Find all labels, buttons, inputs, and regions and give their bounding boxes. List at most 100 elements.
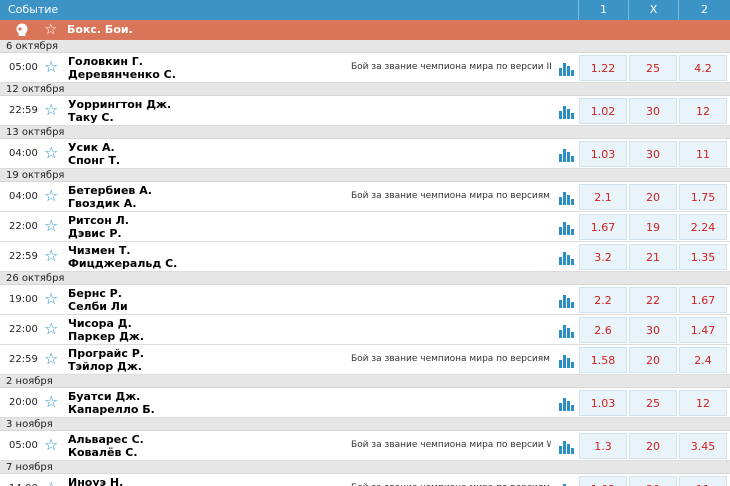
event-row[interactable]: 22:59 ☆ Програйс Р. Тэйлор Дж. Бой за звание… — [0, 345, 730, 375]
odds-1-button[interactable]: 1.67 — [579, 214, 627, 240]
event-row[interactable]: 04:00 ☆ Бетербиев А. Гвоздик А. Бой за звани… — [0, 182, 730, 212]
event-participants[interactable]: Чисора Д. Паркер Дж. — [68, 317, 144, 343]
odds-1-button[interactable]: 2.2 — [579, 287, 627, 313]
event-row[interactable]: 22:59 ☆ Уоррингтон Дж. Таку С. 1.02 30 12 — [0, 96, 730, 126]
odds-x-button[interactable]: 20 — [629, 433, 677, 459]
bar-chart-icon[interactable] — [558, 190, 574, 205]
event-column-header: Событие — [8, 3, 59, 16]
bar-chart-icon[interactable] — [558, 250, 574, 265]
odds-x-button[interactable]: 20 — [629, 347, 677, 373]
odds-1-button[interactable]: 3.2 — [579, 244, 627, 270]
star-icon[interactable]: ☆ — [44, 58, 58, 76]
odds-1-button[interactable]: 1.02 — [579, 476, 627, 486]
bar-chart-icon[interactable] — [558, 147, 574, 162]
bar-chart-icon[interactable] — [558, 353, 574, 368]
odds-x-button[interactable]: 20 — [629, 184, 677, 210]
bar-chart-icon[interactable] — [558, 104, 574, 119]
sport-section-header[interactable]: ☆ Бокс. Бои. — [0, 20, 730, 40]
odds-x-button[interactable]: 30 — [629, 141, 677, 167]
star-icon[interactable]: ☆ — [44, 320, 58, 338]
date-header: 26 октября — [0, 272, 730, 285]
odds-1-button[interactable]: 1.3 — [579, 433, 627, 459]
participant-1: Усик А. — [68, 141, 115, 154]
bar-chart-icon[interactable] — [558, 396, 574, 411]
star-icon[interactable]: ☆ — [44, 350, 58, 368]
odds-x-button[interactable]: 30 — [629, 317, 677, 343]
event-row[interactable]: 14:00☆Иноуэ Н.Донэр Н.Бой за звание чемп… — [0, 474, 730, 486]
odds-1-button[interactable]: 1.03 — [579, 390, 627, 416]
event-participants[interactable]: Уоррингтон Дж. Таку С. — [68, 98, 171, 124]
star-icon[interactable]: ☆ — [44, 436, 58, 454]
event-row[interactable]: 22:00 ☆ Чисора Д. Паркер Дж. 2.6 30 1.47 — [0, 315, 730, 345]
odds-1-button[interactable]: 1.02 — [579, 98, 627, 124]
participant-2: Таку С. — [68, 111, 114, 124]
event-participants[interactable]: Усик А. Спонг Т. — [68, 141, 120, 167]
odds-x-button[interactable]: 25 — [629, 55, 677, 81]
odds-2-button[interactable]: 1.67 — [679, 287, 727, 313]
participant-1: Бернс Р. — [68, 287, 122, 300]
odds-x-button[interactable]: 30 — [629, 98, 677, 124]
odds-2-button[interactable]: 12 — [679, 98, 727, 124]
odds-x-button[interactable]: 30 — [629, 476, 677, 486]
odds-2-button[interactable]: 4.2 — [679, 55, 727, 81]
odds-1-button[interactable]: 1.03 — [579, 141, 627, 167]
event-row[interactable]: 05:00 ☆ Альварес С. Ковалёв С. Бой за звание… — [0, 431, 730, 461]
event-row[interactable]: 05:00 ☆ Головкин Г. Деревянченко С. Бой за з… — [0, 53, 730, 83]
bar-chart-icon[interactable] — [558, 293, 574, 308]
odds-1-button[interactable]: 2.6 — [579, 317, 627, 343]
event-participants[interactable]: Альварес С. Ковалёв С. — [68, 433, 144, 459]
bar-chart-icon[interactable] — [558, 482, 574, 486]
star-icon[interactable]: ☆ — [44, 247, 58, 265]
odds-x-button[interactable]: 21 — [629, 244, 677, 270]
event-participants[interactable]: Бетербиев А. Гвоздик А. — [68, 184, 152, 210]
star-icon[interactable]: ☆ — [44, 290, 58, 308]
odds-1-button[interactable]: 1.58 — [579, 347, 627, 373]
odds-2-button[interactable]: 1.47 — [679, 317, 727, 343]
odds-2-button[interactable]: 2.4 — [679, 347, 727, 373]
star-icon[interactable]: ☆ — [44, 393, 58, 411]
bar-chart-icon[interactable] — [558, 220, 574, 235]
event-description: Бой за звание чемпиона мира по версиям W… — [351, 191, 551, 201]
event-row[interactable]: 20:00 ☆ Буатси Дж. Капарелло Б. 1.03 25 12 — [0, 388, 730, 418]
event-time: 22:59 — [9, 105, 38, 116]
odds-2-button[interactable]: 2.24 — [679, 214, 727, 240]
bar-chart-icon[interactable] — [558, 61, 574, 76]
event-participants[interactable]: Буатси Дж. Капарелло Б. — [68, 390, 155, 416]
odds-x-button[interactable]: 19 — [629, 214, 677, 240]
odds-1-button[interactable]: 1.22 — [579, 55, 627, 81]
bar-chart-icon[interactable] — [558, 323, 574, 338]
odds-2-button[interactable]: 12 — [679, 390, 727, 416]
odds-2-button[interactable]: 11 — [679, 476, 727, 486]
star-icon[interactable]: ☆ — [44, 21, 57, 38]
date-header: 12 октября — [0, 83, 730, 96]
event-time: 04:00 — [9, 191, 38, 202]
bar-chart-icon[interactable] — [558, 439, 574, 454]
star-icon[interactable]: ☆ — [44, 217, 58, 235]
date-header: 19 октября — [0, 169, 730, 182]
odds-x-button[interactable]: 22 — [629, 287, 677, 313]
odds-2-button[interactable]: 1.35 — [679, 244, 727, 270]
event-participants[interactable]: Бернс Р. Селби Ли — [68, 287, 128, 313]
star-icon[interactable]: ☆ — [44, 144, 58, 162]
event-participants[interactable]: Чизмен Т. Фицджеральд С. — [68, 244, 177, 270]
event-participants[interactable]: Иноуэ Н.Донэр Н. — [68, 476, 125, 486]
event-row[interactable]: 22:00 ☆ Ритсон Л. Дэвис Р. 1.67 19 2.24 — [0, 212, 730, 242]
odds-2-button[interactable]: 11 — [679, 141, 727, 167]
event-row[interactable]: 22:59 ☆ Чизмен Т. Фицджеральд С. 3.2 21 1.35 — [0, 242, 730, 272]
participant-1: Альварес С. — [68, 433, 144, 446]
star-icon[interactable]: ☆ — [44, 479, 58, 486]
star-icon[interactable]: ☆ — [44, 187, 58, 205]
event-participants[interactable]: Ритсон Л. Дэвис Р. — [68, 214, 129, 240]
odds-1-button[interactable]: 2.1 — [579, 184, 627, 210]
odds-2-button[interactable]: 1.75 — [679, 184, 727, 210]
event-row[interactable]: 19:00 ☆ Бернс Р. Селби Ли 2.2 22 1.67 — [0, 285, 730, 315]
event-participants[interactable]: Головкин Г. Деревянченко С. — [68, 55, 176, 81]
odds-2-button[interactable]: 3.45 — [679, 433, 727, 459]
event-row[interactable]: 04:00 ☆ Усик А. Спонг Т. 1.03 30 11 — [0, 139, 730, 169]
sport-label: Бокс. Бои. — [67, 23, 133, 36]
odds-x-button[interactable]: 25 — [629, 390, 677, 416]
participant-2: Фицджеральд С. — [68, 257, 178, 270]
star-icon[interactable]: ☆ — [44, 101, 58, 119]
participant-1: Чизмен Т. — [68, 244, 131, 257]
event-participants[interactable]: Програйс Р. Тэйлор Дж. — [68, 347, 144, 373]
